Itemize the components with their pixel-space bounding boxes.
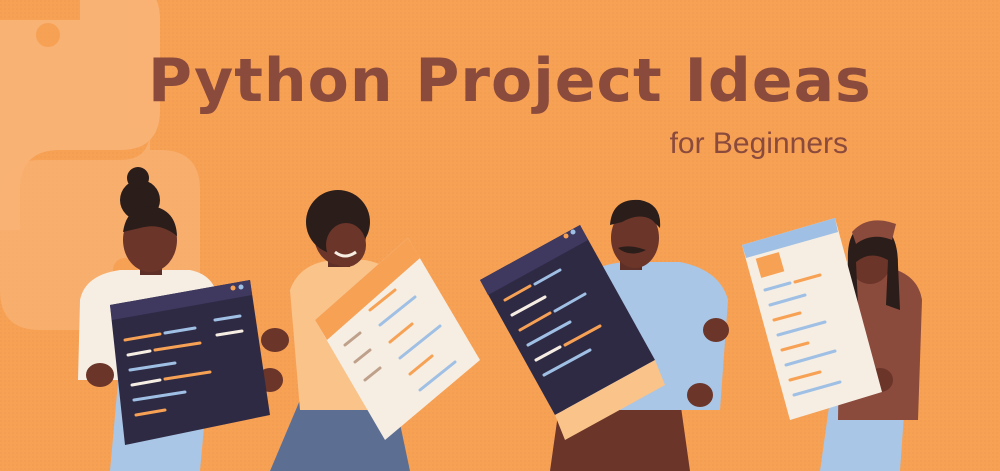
page-subtitle: for Beginners: [669, 127, 848, 160]
hero-banner: Python Project Ideas for Beginners: [0, 0, 1000, 471]
page-title: Python Project Ideas: [148, 46, 872, 116]
